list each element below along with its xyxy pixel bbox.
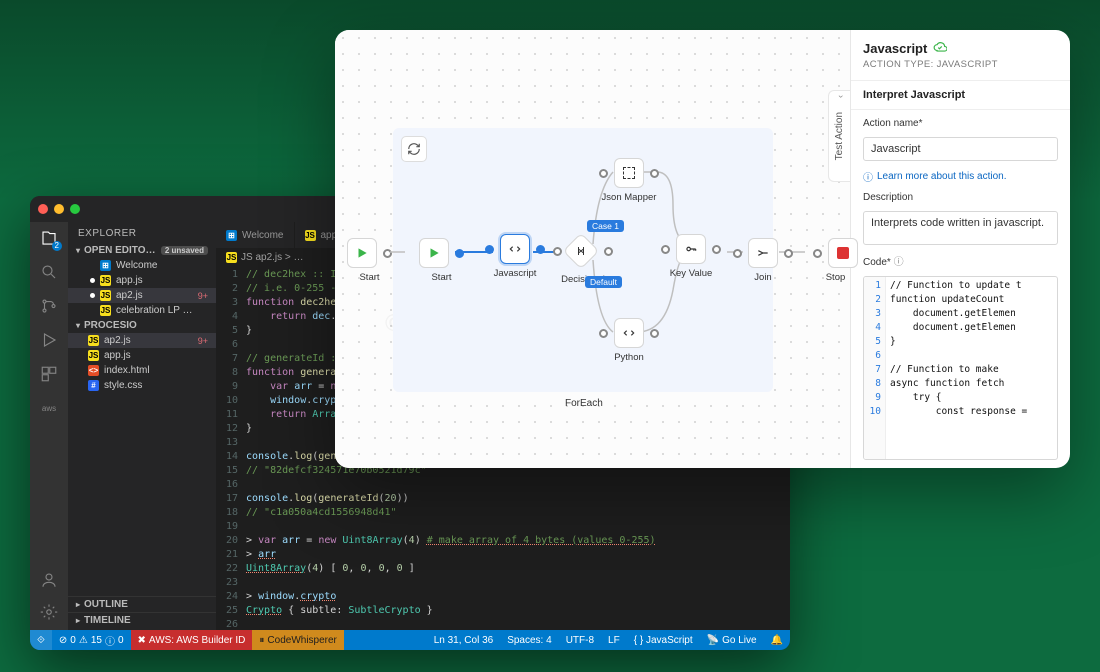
error-count: 9+ (198, 336, 208, 346)
search-icon[interactable] (39, 262, 59, 282)
filetype-icon: JS (100, 305, 111, 316)
language-status[interactable]: { } JavaScript (627, 630, 700, 650)
flow-canvas[interactable]: © THESOFTWARESHOP Start Stop (335, 30, 850, 468)
explorer-icon[interactable]: 2 (39, 228, 59, 248)
outline-header[interactable]: ▸OUTLINE (68, 596, 216, 612)
account-icon[interactable] (39, 570, 59, 590)
code-label: Code* ⓘ (863, 253, 1058, 268)
encoding-status[interactable]: UTF-8 (559, 630, 601, 650)
description-input[interactable]: Interprets code written in javascript. (863, 211, 1058, 245)
panel-subtitle: ACTION TYPE: JAVASCRIPT (863, 59, 1058, 70)
filetype-icon: ⊞ (226, 230, 237, 241)
learn-more-link[interactable]: ⓘ Learn more about this action. (863, 169, 1058, 184)
aws-status[interactable]: ✖ AWS: AWS Builder ID (131, 630, 253, 650)
tab-label: Welcome (242, 230, 284, 241)
action-panel: Javascript ACTION TYPE: JAVASCRIPT Inter… (850, 30, 1070, 468)
node-start-inner[interactable]: Start (419, 238, 464, 283)
open-editor-item[interactable]: JS app.js (68, 273, 216, 288)
project-file-item[interactable]: <> index.html (68, 363, 216, 378)
debug-icon[interactable] (39, 330, 59, 350)
open-editors-header[interactable]: ▾ OPEN EDITO… 2 unsaved (68, 243, 216, 258)
notifications-icon[interactable]: 🔔 (764, 630, 790, 650)
chevron-down-icon: ▾ (76, 246, 80, 255)
foreach-label: ForEach (565, 398, 603, 409)
activity-bar: 2 aws (30, 222, 68, 630)
file-label: Welcome (116, 260, 158, 271)
project-header[interactable]: ▾ PROCESIO (68, 318, 216, 333)
filetype-icon: JS (88, 350, 99, 361)
action-name-label: Action name* (863, 118, 1058, 129)
node-start-outer[interactable]: Start (347, 238, 392, 283)
remote-indicator[interactable]: ⟐ (30, 630, 52, 650)
status-bar: ⟐ ⊘ 0 ⚠ 15 ⓘ 0 ✖ AWS: AWS Builder ID ⏸ C… (30, 630, 790, 650)
chevron-left-icon: ‹ (835, 95, 845, 98)
error-count: 9+ (198, 291, 208, 301)
file-label: ap2.js (116, 290, 143, 301)
tag-case1: Case 1 (587, 220, 624, 232)
timeline-header[interactable]: ▸TIMELINE (68, 612, 216, 628)
cursor-position[interactable]: Ln 31, Col 36 (427, 630, 501, 650)
explorer-title: EXPLORER (68, 222, 216, 243)
test-action-tab[interactable]: ‹ Test Action (828, 90, 850, 182)
tag-default: Default (585, 276, 622, 288)
action-name-input[interactable] (863, 137, 1058, 161)
file-label: celebration LP … (116, 305, 193, 316)
chevron-down-icon: ▾ (76, 321, 80, 330)
info-icon[interactable]: ⓘ (894, 257, 904, 268)
unsaved-badge: 2 unsaved (161, 246, 208, 255)
codewhisperer-status[interactable]: ⏸ CodeWhisperer (252, 630, 343, 650)
problems-status[interactable]: ⊘ 0 ⚠ 15 ⓘ 0 (52, 630, 131, 650)
source-control-icon[interactable] (39, 296, 59, 316)
spaces-status[interactable]: Spaces: 4 (500, 630, 558, 650)
filetype-icon: JS (100, 290, 111, 301)
procesio-window: © THESOFTWARESHOP Start Stop (335, 30, 1070, 468)
modified-dot-icon (90, 278, 95, 283)
gear-icon[interactable] (39, 602, 59, 622)
filetype-icon: ⊞ (100, 260, 111, 271)
eol-status[interactable]: LF (601, 630, 627, 650)
file-label: ap2.js (104, 335, 131, 346)
golive-status[interactable]: 📡 Go Live (700, 630, 764, 650)
node-join[interactable]: Join (733, 238, 793, 283)
filetype-icon: JS (100, 275, 111, 286)
maximize-icon[interactable] (70, 204, 80, 214)
project-file-item[interactable]: JS ap2.js 9+ (68, 333, 216, 348)
file-label: app.js (104, 350, 131, 361)
refresh-button[interactable] (401, 136, 427, 162)
panel-tab[interactable]: Interpret Javascript (851, 81, 1070, 110)
cloud-check-icon (933, 40, 947, 57)
filetype-icon: JS (305, 230, 316, 241)
filetype-icon: # (88, 380, 99, 391)
open-editor-item[interactable]: JS ap2.js 9+ (68, 288, 216, 303)
explorer-badge: 2 (52, 241, 62, 251)
modified-dot-icon (90, 293, 95, 298)
description-label: Description (863, 192, 1058, 203)
open-editor-item[interactable]: ⊞ Welcome (68, 258, 216, 273)
file-label: index.html (104, 365, 150, 376)
window-controls (38, 204, 80, 214)
file-label: style.css (104, 380, 142, 391)
node-json-mapper[interactable]: Json Mapper (599, 158, 659, 203)
node-keyvalue[interactable]: Key Value (661, 234, 721, 279)
close-icon[interactable] (38, 204, 48, 214)
editor-tab[interactable]: ⊞ Welcome (216, 222, 295, 248)
file-label: app.js (116, 275, 143, 286)
panel-title: Javascript (863, 40, 1058, 57)
open-editor-item[interactable]: JS celebration LP … (68, 303, 216, 318)
minimize-icon[interactable] (54, 204, 64, 214)
info-icon: ⓘ (863, 169, 873, 184)
node-stop[interactable]: Stop (813, 238, 858, 283)
node-javascript[interactable]: Javascript (485, 234, 545, 279)
extensions-icon[interactable] (39, 364, 59, 384)
node-python[interactable]: Python (599, 318, 659, 363)
project-file-item[interactable]: JS app.js (68, 348, 216, 363)
filetype-icon: <> (88, 365, 99, 376)
aws-icon[interactable]: aws (39, 398, 59, 418)
code-input[interactable]: 12345678910 // Function to update t func… (863, 276, 1058, 460)
filetype-icon: JS (88, 335, 99, 346)
project-file-item[interactable]: # style.css (68, 378, 216, 393)
explorer-sidebar: EXPLORER ▾ OPEN EDITO… 2 unsaved ⊞ Welcom… (68, 222, 216, 630)
